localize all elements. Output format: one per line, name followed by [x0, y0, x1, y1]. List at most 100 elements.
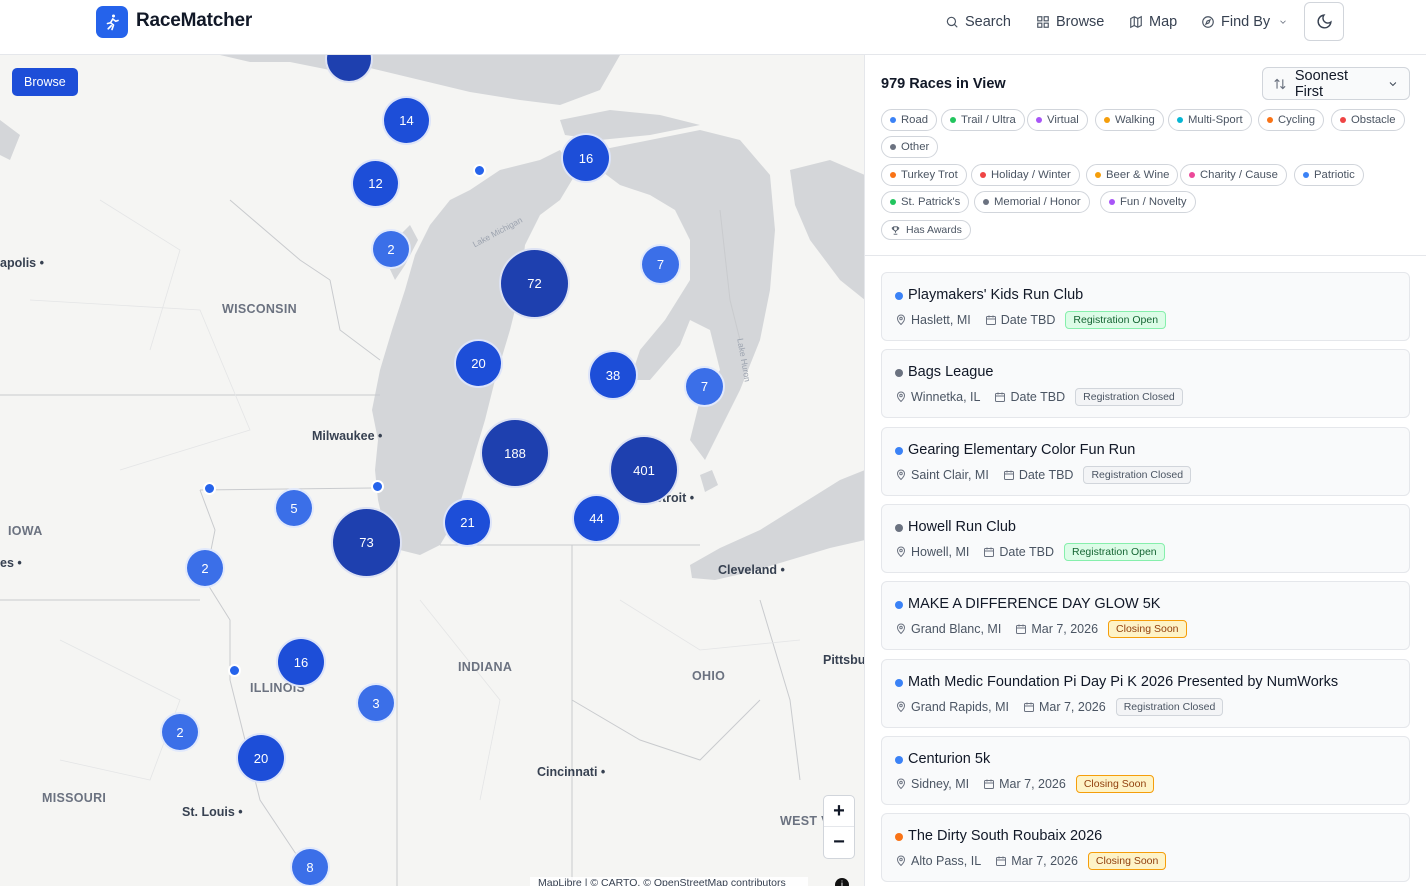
chip-turkey-trot[interactable]: Turkey Trot: [881, 164, 967, 186]
theme-toggle-button[interactable]: [1304, 2, 1344, 41]
map-cluster[interactable]: 2: [185, 548, 225, 588]
race-title[interactable]: Bags League: [908, 364, 993, 380]
turkey-dot-icon: [890, 172, 896, 178]
map-cluster[interactable]: 188: [480, 418, 550, 488]
map-race-marker[interactable]: [203, 482, 216, 495]
map-cluster[interactable]: 5: [274, 488, 314, 528]
race-location: Grand Blanc, MI: [911, 622, 1002, 637]
map-cluster[interactable]: 73: [331, 507, 402, 578]
race-card[interactable]: The Dirty South Roubaix 2026 Alto Pass, I…: [881, 813, 1410, 883]
map-cluster[interactable]: 401: [609, 435, 679, 505]
calendar-icon: [1016, 624, 1027, 635]
chip-beer-wine[interactable]: Beer & Wine: [1086, 164, 1179, 186]
map-attribution[interactable]: MapLibre | © CARTO, © OpenStreetMap cont…: [530, 877, 808, 886]
chip-memorial-honor[interactable]: Memorial / Honor: [974, 191, 1090, 213]
race-map[interactable]: WISCONSIN IOWA ILLINOIS INDIANA OHIO MIS…: [0, 55, 865, 886]
map-race-marker[interactable]: [228, 664, 241, 677]
race-date: Mar 7, 2026: [1038, 699, 1106, 714]
info-icon[interactable]: i: [835, 878, 849, 886]
race-title[interactable]: Centurion 5k: [908, 751, 990, 767]
state-label-indiana: INDIANA: [458, 660, 513, 674]
map-cluster[interactable]: 3: [356, 683, 396, 723]
race-title[interactable]: MAKE A DIFFERENCE DAY GLOW 5K: [908, 596, 1160, 612]
map-pin-icon: [896, 623, 906, 635]
chip-multi-sport[interactable]: Multi-Sport: [1168, 109, 1252, 131]
chip-label: Cycling: [1278, 114, 1316, 126]
nav-search[interactable]: Search: [945, 12, 1011, 32]
map-cluster[interactable]: 12: [351, 159, 400, 208]
race-type-dot-icon: [895, 833, 903, 842]
chip-label: Road: [901, 114, 929, 126]
map-race-marker[interactable]: [371, 480, 384, 493]
chip-virtual[interactable]: Virtual: [1027, 109, 1088, 131]
chip-holiday-winter[interactable]: Holiday / Winter: [971, 164, 1080, 186]
zoom-out-button[interactable]: −: [824, 827, 854, 858]
map-cluster[interactable]: 2: [160, 712, 200, 752]
chip-charity-cause[interactable]: Charity / Cause: [1180, 164, 1287, 186]
nav-browse[interactable]: Browse: [1036, 12, 1104, 32]
chip-label: Patriotic: [1314, 169, 1355, 181]
chip-has-awards[interactable]: Has Awards: [881, 220, 971, 240]
registration-status-badge: Registration Open: [1065, 311, 1167, 329]
nav-map[interactable]: Map: [1129, 12, 1177, 32]
map-cluster[interactable]: 2: [371, 229, 411, 269]
race-card[interactable]: Bags League Winnetka, IL Date TBD Registrat…: [881, 349, 1410, 419]
race-card[interactable]: MAKE A DIFFERENCE DAY GLOW 5K Grand Blanc…: [881, 581, 1410, 651]
race-card[interactable]: Howell Run Club Howell, MI Date TBD Registr…: [881, 503, 1410, 573]
map-pin-icon: [896, 701, 906, 712]
race-meta: Haslett, MI Date TBD Registration Open: [895, 311, 1167, 329]
map-cluster[interactable]: 21: [443, 498, 492, 547]
map-cluster[interactable]: 7: [684, 366, 725, 407]
map-cluster[interactable]: 20: [236, 733, 286, 783]
state-label-iowa: IOWA: [8, 524, 43, 538]
map-cluster[interactable]: 8: [290, 847, 330, 886]
race-card[interactable]: Math Medic Foundation Pi Day Pi K 2026 P…: [881, 658, 1410, 728]
chip-patriotic[interactable]: Patriotic: [1294, 164, 1364, 186]
map-cluster[interactable]: 38: [588, 350, 638, 400]
chip-fun-novelty[interactable]: Fun / Novelty: [1100, 191, 1196, 213]
map-race-marker[interactable]: [473, 164, 486, 177]
race-card[interactable]: Gearing Elementary Color Fun Run Saint Cl…: [881, 426, 1410, 496]
race-type-dot-icon: [895, 755, 903, 764]
race-title[interactable]: Math Medic Foundation Pi Day Pi K 2026 P…: [908, 674, 1338, 690]
race-title[interactable]: The Dirty South Roubaix 2026: [908, 828, 1102, 844]
map-cluster[interactable]: 7: [640, 244, 681, 285]
map-basemap: [0, 55, 864, 886]
map-cluster[interactable]: 16: [561, 133, 611, 183]
race-card[interactable]: Playmakers' Kids Run Club Haslett, MI Date…: [881, 272, 1410, 341]
race-title[interactable]: Playmakers' Kids Run Club: [908, 287, 1083, 303]
race-meta: Howell, MI Date TBD Registration Open: [895, 542, 1165, 561]
race-location: Alto Pass, IL: [911, 854, 982, 869]
race-title[interactable]: Howell Run Club: [908, 519, 1016, 535]
sort-select[interactable]: Soonest First: [1262, 67, 1410, 100]
race-type-dot-icon: [895, 678, 903, 687]
chip-label: Multi-Sport: [1188, 114, 1243, 126]
nav-find-by[interactable]: Find By: [1201, 12, 1288, 32]
chip-cycling[interactable]: Cycling: [1258, 109, 1325, 131]
app-name[interactable]: RaceMatcher: [136, 10, 252, 32]
runner-logo-icon[interactable]: [96, 6, 128, 38]
chip-road[interactable]: Road: [881, 109, 938, 131]
race-date: Date TBD: [1018, 467, 1074, 482]
city-label-st-louis: St. Louis •: [182, 805, 243, 819]
race-location: Haslett, MI: [911, 313, 971, 327]
race-card[interactable]: Centurion 5k Sidney, MI Mar 7, 2026 Closing…: [881, 735, 1410, 805]
city-label-pittsburgh: Pittsbu: [823, 653, 865, 667]
race-title[interactable]: Gearing Elementary Color Fun Run: [908, 442, 1135, 458]
map-cluster[interactable]: 72: [499, 248, 570, 319]
map-cluster[interactable]: 14: [382, 96, 431, 145]
map-cluster[interactable]: 16: [276, 637, 326, 687]
chip-trail-ultra[interactable]: Trail / Ultra: [941, 109, 1025, 131]
map-browse-button[interactable]: Browse: [12, 68, 78, 96]
patriotic-dot-icon: [1303, 172, 1309, 178]
chip-other[interactable]: Other: [881, 136, 939, 158]
zoom-in-button[interactable]: +: [824, 796, 854, 827]
search-icon: [946, 16, 958, 28]
race-location: Sidney, MI: [911, 776, 970, 791]
calendar-icon: [995, 392, 1006, 403]
chip-walking[interactable]: Walking: [1095, 109, 1164, 131]
map-cluster[interactable]: 44: [572, 494, 621, 543]
map-cluster[interactable]: 20: [454, 339, 503, 388]
chip-obstacle[interactable]: Obstacle: [1331, 109, 1405, 131]
chip-st-patricks[interactable]: St. Patrick's: [881, 191, 970, 213]
